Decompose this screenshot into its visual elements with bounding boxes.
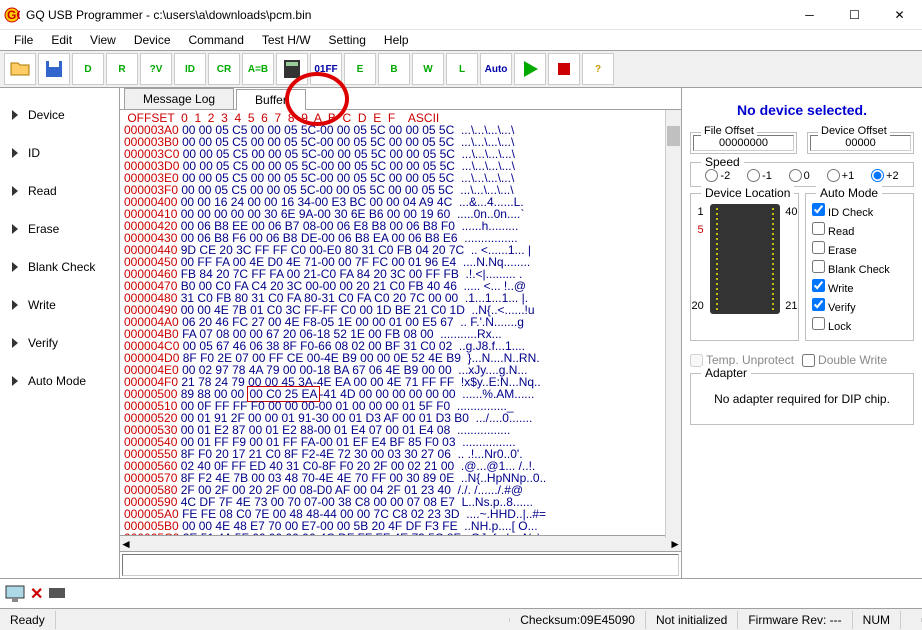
- toolbar: DR?VIDCRA=B 01FFEBWLAuto?: [0, 50, 922, 88]
- adapter-fieldset: Adapter No adapter required for DIP chip…: [690, 373, 914, 425]
- chip-icon: [45, 584, 69, 604]
- status-init: Not initialized: [646, 611, 738, 629]
- bottom-icons: ✕: [0, 578, 922, 608]
- arrow-icon: [12, 376, 18, 386]
- menu-setting[interactable]: Setting: [321, 31, 374, 49]
- center-panel: Message Log Buffer OFFSET 0 1 2 3 4 5 6 …: [120, 88, 682, 578]
- auto-write[interactable]: Write: [812, 279, 907, 295]
- auto-mode-fieldset: Auto Mode ID Check Read Erase Blank Chec…: [805, 193, 914, 341]
- double-write-checkbox[interactable]: Double Write: [802, 353, 887, 367]
- arrow-icon: [12, 224, 18, 234]
- command-row: [120, 551, 681, 578]
- maximize-button[interactable]: ☐: [832, 0, 877, 29]
- menu-test-h-w[interactable]: Test H/W: [254, 31, 319, 49]
- tab-message-log[interactable]: Message Log: [124, 88, 234, 109]
- auto-verify[interactable]: Verify: [812, 298, 907, 314]
- toolbar-b[interactable]: B: [378, 53, 410, 85]
- left-read[interactable]: Read: [4, 172, 115, 210]
- device-offset-box: Device Offset: [807, 132, 914, 154]
- app-icon: GQ: [4, 7, 20, 23]
- speed--2[interactable]: -2: [705, 169, 730, 182]
- toolbar-w[interactable]: W: [412, 53, 444, 85]
- status-ready: Ready: [0, 611, 56, 629]
- menu-device[interactable]: Device: [126, 31, 179, 49]
- toolbar-cr[interactable]: CR: [208, 53, 240, 85]
- toolbar-l[interactable]: L: [446, 53, 478, 85]
- arrow-icon: [12, 110, 18, 120]
- left-verify[interactable]: Verify: [4, 324, 115, 362]
- status-fw: Firmware Rev: ---: [738, 611, 852, 629]
- speed-fieldset: Speed -2-10+1+2: [690, 162, 914, 187]
- arrow-icon: [12, 186, 18, 196]
- toolbar-d[interactable]: D: [72, 53, 104, 85]
- minimize-button[interactable]: ─: [787, 0, 832, 29]
- left-write[interactable]: Write: [4, 286, 115, 324]
- left-panel: DeviceIDReadEraseBlank CheckWriteVerifyA…: [0, 88, 120, 578]
- menu-view[interactable]: View: [82, 31, 124, 49]
- toolbar-id[interactable]: ID: [174, 53, 206, 85]
- close-button[interactable]: ✕: [877, 0, 922, 29]
- tab-row: Message Log Buffer: [120, 88, 681, 110]
- speed--1[interactable]: -1: [747, 169, 772, 182]
- auto-erase[interactable]: Erase: [812, 241, 907, 257]
- vertical-scrollbar[interactable]: [665, 110, 681, 538]
- arrow-icon: [12, 262, 18, 272]
- horizontal-scrollbar[interactable]: ◄►: [120, 535, 681, 551]
- arrow-icon: [12, 338, 18, 348]
- toolbar-ab[interactable]: A=B: [242, 53, 274, 85]
- statusbar: Ready Checksum:09E45090 Not initialized …: [0, 608, 922, 630]
- toolbar-stop[interactable]: [548, 53, 580, 85]
- menubar: FileEditViewDeviceCommandTest H/WSetting…: [0, 30, 922, 50]
- menu-edit[interactable]: Edit: [43, 31, 80, 49]
- speed-+1[interactable]: +1: [827, 169, 855, 182]
- device-location-fieldset: Device Location 1 5 40 20 21: [690, 193, 799, 341]
- arrow-icon: [12, 148, 18, 158]
- file-offset-box: File Offset: [690, 132, 797, 154]
- auto-lock[interactable]: Lock: [812, 317, 907, 333]
- toolbar-auto[interactable]: Auto: [480, 53, 512, 85]
- window-title: GQ USB Programmer - c:\users\a\downloads…: [26, 8, 787, 22]
- speed-0[interactable]: 0: [789, 169, 810, 182]
- left-device[interactable]: Device: [4, 96, 115, 134]
- left-blank-check[interactable]: Blank Check: [4, 248, 115, 286]
- temp-unprotect-checkbox[interactable]: Temp. Unprotect: [690, 353, 794, 367]
- hex-view[interactable]: OFFSET 0 1 2 3 4 5 6 7 8 9 A B C D E F A…: [120, 110, 681, 535]
- auto-read[interactable]: Read: [812, 222, 907, 238]
- toolbar-open[interactable]: [4, 53, 36, 85]
- toolbar-v[interactable]: ?V: [140, 53, 172, 85]
- status-num: NUM: [853, 611, 901, 629]
- menu-file[interactable]: File: [6, 31, 41, 49]
- speed-+2[interactable]: +2: [871, 169, 899, 182]
- monitor-icon: [4, 584, 28, 604]
- left-erase[interactable]: Erase: [4, 210, 115, 248]
- status-checksum: Checksum:09E45090: [510, 611, 646, 629]
- tab-buffer[interactable]: Buffer: [236, 89, 306, 110]
- device-offset-input[interactable]: [810, 135, 911, 151]
- menu-command[interactable]: Command: [181, 31, 252, 49]
- chip-diagram: 1 5 40 20 21: [710, 204, 780, 314]
- titlebar: GQ GQ USB Programmer - c:\users\a\downlo…: [0, 0, 922, 30]
- right-panel: No device selected. File Offset Device O…: [682, 88, 922, 578]
- auto-blank-check[interactable]: Blank Check: [812, 260, 907, 276]
- toolbar-save[interactable]: [38, 53, 70, 85]
- left-auto-mode[interactable]: Auto Mode: [4, 362, 115, 400]
- arrow-icon: [12, 300, 18, 310]
- svg-text:GQ: GQ: [7, 8, 20, 22]
- toolbar-calc[interactable]: [276, 53, 308, 85]
- no-device-label: No device selected.: [690, 102, 914, 118]
- toolbar-r[interactable]: R: [106, 53, 138, 85]
- command-input[interactable]: [122, 554, 679, 576]
- toolbar-play[interactable]: [514, 53, 546, 85]
- left-id[interactable]: ID: [4, 134, 115, 172]
- toolbar-01ff[interactable]: 01FF: [310, 53, 342, 85]
- disconnect-icon: ✕: [30, 584, 43, 604]
- toolbar-e[interactable]: E: [344, 53, 376, 85]
- file-offset-input[interactable]: [693, 135, 794, 151]
- toolbar-help[interactable]: ?: [582, 53, 614, 85]
- menu-help[interactable]: Help: [376, 31, 417, 49]
- auto-id-check[interactable]: ID Check: [812, 203, 907, 219]
